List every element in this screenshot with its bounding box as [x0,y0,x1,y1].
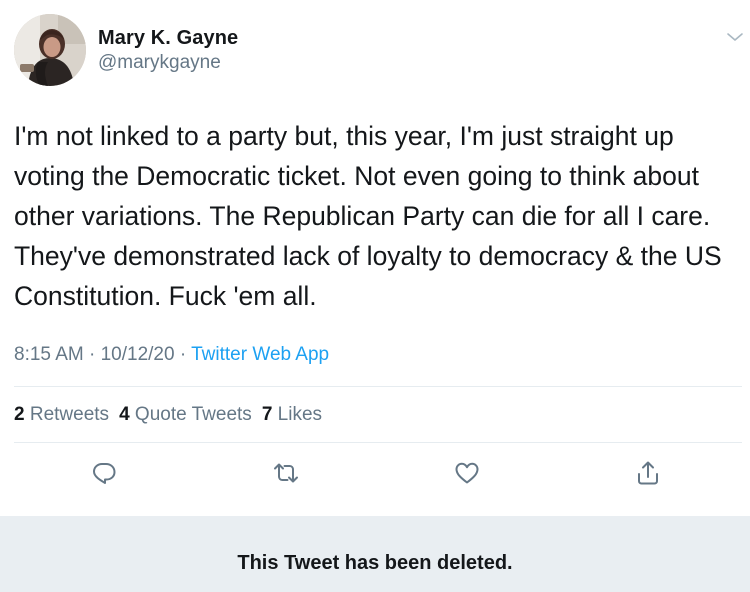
tweet-source-link[interactable]: Twitter Web App [191,344,329,365]
author-handle[interactable]: @marykgayne [98,52,221,74]
tweet-text-line: other variations. The Republican Party c… [14,201,711,231]
retweets-stat[interactable]: 2 Retweets [14,404,109,425]
likes-stat[interactable]: 7 Likes [262,404,322,425]
tweet-text-line: Constitution. Fuck 'em all. [14,281,317,311]
avatar[interactable] [14,14,86,86]
retweets-label: Retweets [29,404,110,425]
tweet-meta: 8:15 AM · 10/12/20 · Twitter Web App [14,344,329,366]
tweet-text-line: They've demonstrated lack of loyalty to … [14,241,722,271]
deleted-tweet-notice: This Tweet has been deleted. [0,516,750,592]
quote-tweets-stat[interactable]: 4 Quote Tweets [119,404,252,425]
quote-tweets-label: Quote Tweets [134,404,252,425]
retweet-icon[interactable] [272,459,300,487]
tweet-time[interactable]: 8:15 AM [14,344,84,365]
reply-icon[interactable] [90,459,118,487]
share-icon[interactable] [634,459,662,487]
tweet-text-line: I'm not linked to a party but, this year… [14,121,674,151]
chevron-down-icon[interactable] [726,30,744,44]
divider [14,442,742,443]
tweet-text: I'm not linked to a party but, this year… [14,116,739,316]
likes-count: 7 [261,404,273,425]
divider [14,386,742,387]
retweets-count: 2 [14,404,25,425]
deleted-notice-text: This Tweet has been deleted. [237,552,513,574]
tweet-stats: 2 Retweets 4 Quote Tweets 7 Likes [14,404,322,426]
meta-separator: · [179,344,187,365]
author-display-name[interactable]: Mary K. Gayne [98,27,238,50]
quote-tweets-count: 4 [119,404,130,425]
tweet-date[interactable]: 10/12/20 [101,344,175,365]
likes-label: Likes [277,404,323,425]
tweet-actions [0,455,750,491]
tweet-card: Mary K. Gayne @marykgayne I'm not linked… [0,0,750,516]
heart-icon[interactable] [453,459,481,487]
meta-separator: · [89,344,96,365]
tweet-text-line: voting the Democratic ticket. Not even g… [14,161,699,191]
